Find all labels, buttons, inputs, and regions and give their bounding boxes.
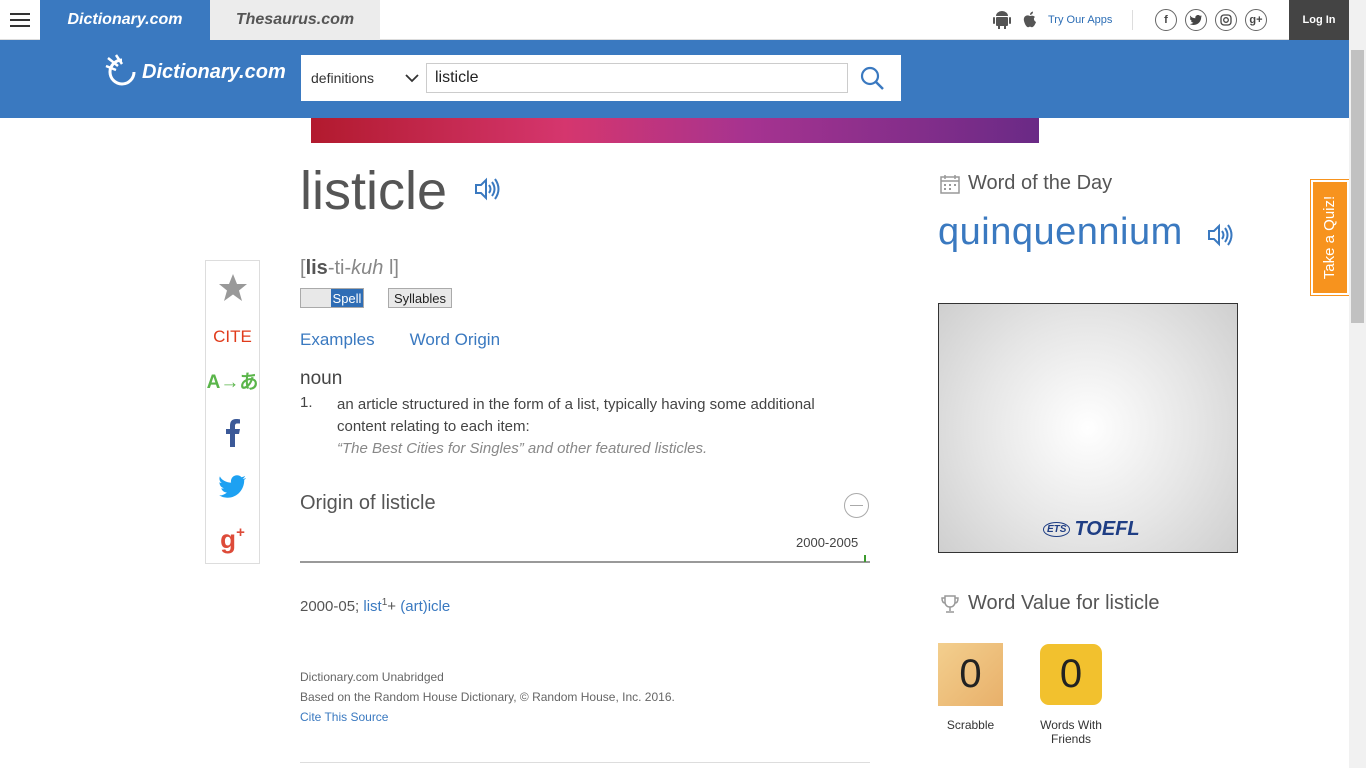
wotd-audio-icon[interactable] — [1207, 222, 1235, 253]
timeline-marker — [864, 555, 866, 562]
android-icon — [993, 11, 1011, 29]
words-with-friends-label: Words With Friends — [1040, 718, 1102, 746]
tab-thesaurus[interactable]: Thesaurus.com — [210, 0, 380, 40]
instagram-icon[interactable] — [1215, 9, 1237, 31]
cite-button[interactable]: CITE — [206, 327, 259, 347]
cite-source-link[interactable]: Cite This Source — [300, 710, 388, 724]
scrollbar[interactable] — [1349, 0, 1366, 768]
audio-play-icon[interactable] — [474, 176, 502, 207]
timeline — [300, 561, 870, 563]
examples-link[interactable]: Examples — [300, 330, 375, 350]
etymology-link-list[interactable]: list — [363, 598, 381, 615]
tab-dictionary[interactable]: Dictionary.com — [40, 0, 210, 40]
facebook-share-icon[interactable] — [206, 419, 259, 447]
facebook-icon[interactable]: f — [1155, 9, 1177, 31]
twitter-icon[interactable] — [1185, 9, 1207, 31]
scrabble-label: Scrabble — [946, 718, 995, 732]
headword: listicle — [300, 161, 448, 221]
spell-toggle[interactable]: Spell — [300, 288, 364, 308]
part-of-speech: noun — [300, 368, 343, 389]
toefl-ad[interactable]: ETS TOEFL — [938, 303, 1238, 553]
collapse-icon[interactable] — [844, 493, 869, 518]
entry-anchors: Examples Word Origin — [300, 330, 500, 350]
definition-text: an article structured in the form of a l… — [337, 396, 815, 435]
pronunciation-toggle: Spell Syllables — [300, 288, 452, 308]
definition-example: “The Best Cities for Singles” and other … — [337, 440, 708, 457]
top-bar: Dictionary.com Thesaurus.com Try Our App… — [0, 0, 1349, 40]
google-plus-icon[interactable]: g+ — [1245, 9, 1267, 31]
google-plus-share-icon[interactable]: g + — [206, 524, 259, 555]
twitter-share-icon[interactable] — [206, 475, 259, 498]
origin-heading: Origin of listicle — [300, 492, 436, 514]
search-mode-label: definitions — [311, 70, 375, 86]
login-button[interactable]: Log In — [1289, 0, 1349, 40]
divider — [1132, 10, 1133, 30]
toefl-logo: ETS TOEFL — [1043, 518, 1140, 541]
site-logo[interactable]: Dictionary.com — [104, 54, 286, 90]
search-box: definitions — [301, 55, 901, 101]
word-value-heading: Word Value for listicle — [940, 592, 1160, 615]
ad-banner[interactable] — [311, 118, 1039, 143]
search-button[interactable] — [857, 65, 887, 91]
apps-link[interactable]: Try Our Apps — [992, 10, 1112, 30]
scrollbar-thumb[interactable] — [1351, 50, 1364, 323]
word-of-the-day-link[interactable]: quinquennium — [938, 211, 1183, 254]
words-with-friends-score: 0 — [1040, 644, 1102, 705]
origin-date-range: 2000-2005 — [796, 535, 859, 550]
syllables-button[interactable]: Syllables — [388, 288, 452, 308]
word-of-the-day-heading: Word of the Day — [940, 172, 1112, 195]
search-icon — [860, 66, 884, 90]
share-sidebar: CITE A→あ g + — [205, 260, 260, 564]
logo-burst-icon — [105, 54, 136, 86]
take-quiz-tab[interactable]: Take a Quiz! — [1310, 179, 1350, 296]
apple-icon — [1023, 11, 1036, 28]
chevron-down-icon — [405, 74, 419, 83]
search-header: Dictionary.com definitions — [0, 40, 1349, 118]
calendar-icon — [940, 174, 960, 194]
source-name: Dictionary.com Unabridged — [300, 670, 444, 684]
scrabble-score: 0 — [938, 643, 1003, 706]
pronunciation: [lis-ti-kuh l] — [300, 257, 399, 279]
etymology-link-article[interactable]: (art)icle — [400, 598, 450, 615]
divider — [300, 762, 870, 763]
social-links: f g+ — [1155, 9, 1267, 31]
search-input[interactable] — [426, 63, 848, 93]
menu-icon[interactable] — [0, 0, 40, 40]
source-detail: Based on the Random House Dictionary, © … — [300, 690, 675, 704]
search-mode-select[interactable]: definitions — [311, 55, 419, 101]
etymology: 2000-05; list1+ (art)icle — [300, 597, 451, 615]
translate-button[interactable]: A→あ — [206, 367, 259, 394]
logo-text: Dictionary.com — [142, 60, 286, 83]
trophy-icon — [941, 594, 959, 613]
word-origin-link[interactable]: Word Origin — [410, 330, 500, 350]
definition: an article structured in the form of a l… — [337, 394, 837, 460]
apps-label: Try Our Apps — [1048, 14, 1113, 26]
definition-number: 1. — [300, 394, 313, 411]
favorite-star-icon[interactable] — [206, 273, 259, 303]
